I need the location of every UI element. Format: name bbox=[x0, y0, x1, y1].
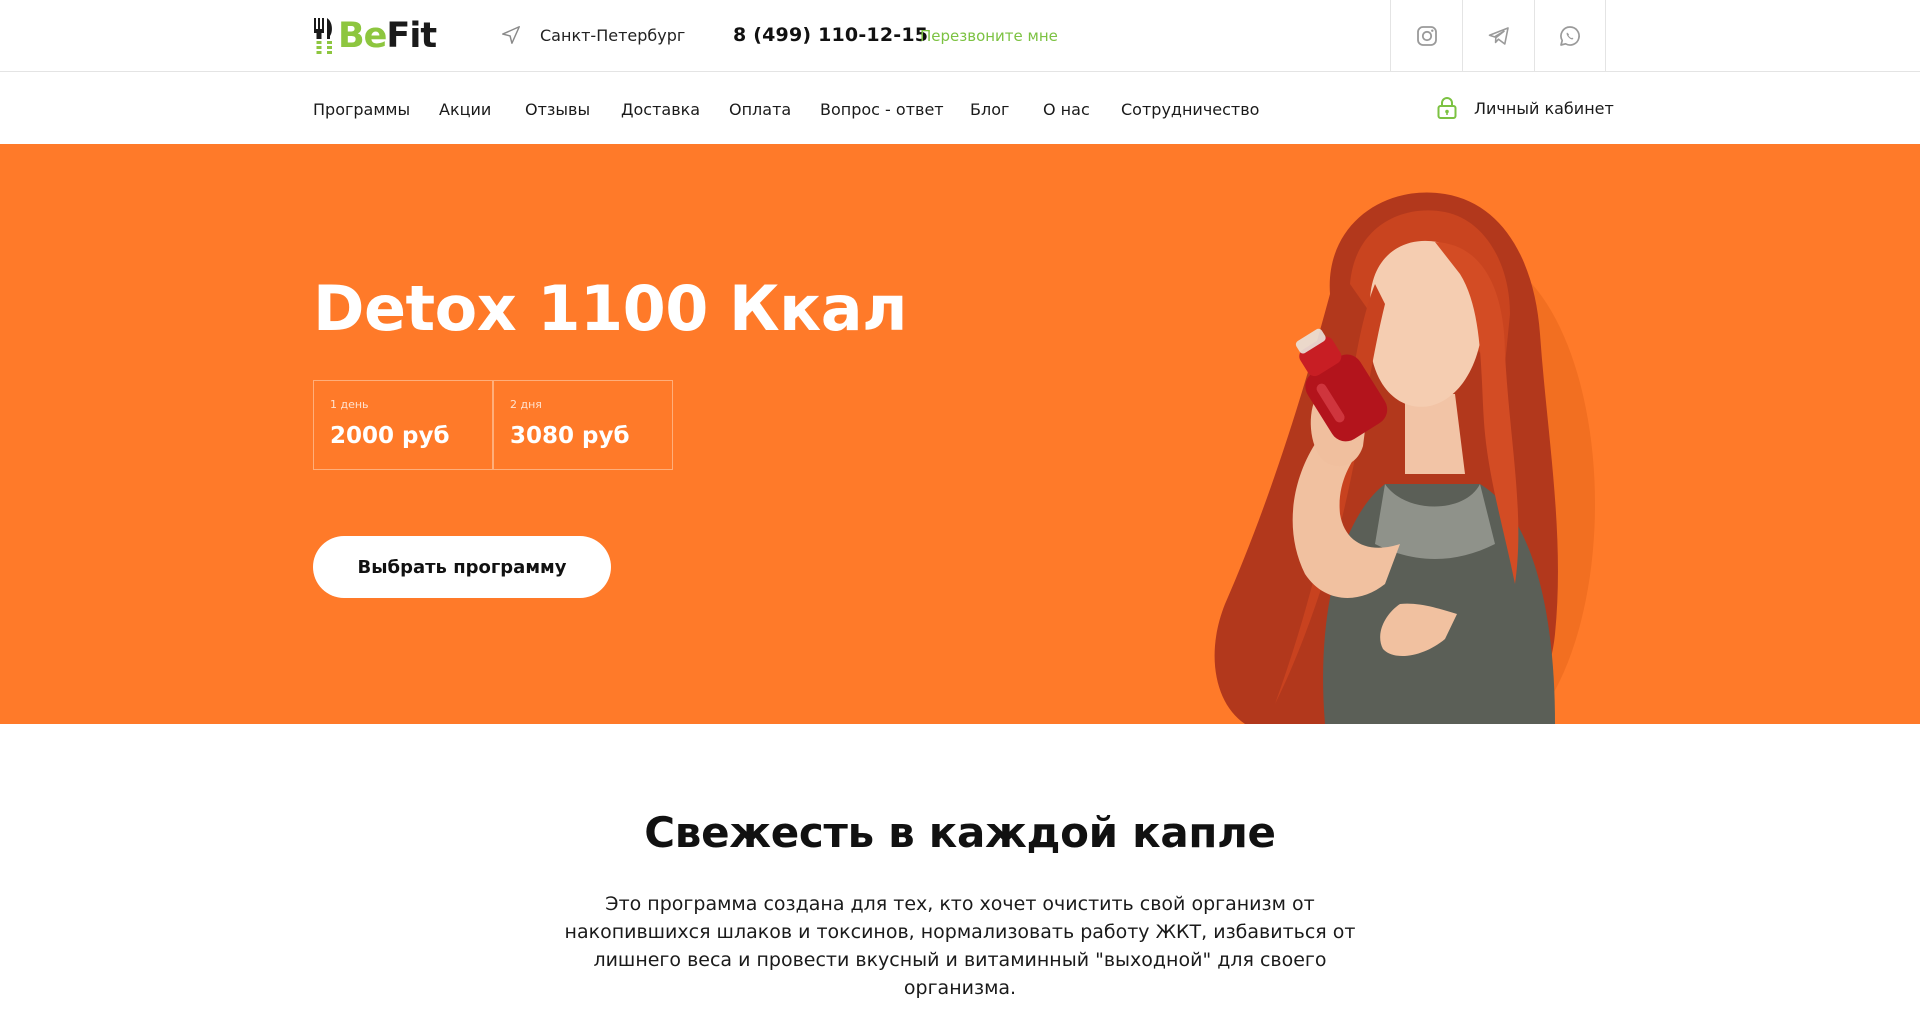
price-amount: 2000 руб bbox=[330, 423, 450, 449]
nav-item-cooperation[interactable]: Сотрудничество bbox=[1121, 100, 1259, 119]
price-option-2-days[interactable]: 2 дня 3080 руб bbox=[493, 380, 673, 470]
nav-item-reviews[interactable]: Отзывы bbox=[525, 100, 590, 119]
logo[interactable]: BeFit bbox=[313, 14, 437, 58]
price-period: 1 день bbox=[330, 398, 369, 411]
nav-item-promotions[interactable]: Акции bbox=[439, 100, 491, 119]
nav-item-delivery[interactable]: Доставка bbox=[621, 100, 700, 119]
whatsapp-icon bbox=[1560, 26, 1580, 46]
personal-account-link[interactable]: Личный кабинет bbox=[1436, 96, 1614, 120]
section-title: Свежесть в каждой капле bbox=[644, 808, 1276, 857]
hero-title: Detox 1100 Ккал bbox=[313, 272, 907, 345]
location-arrow-icon bbox=[502, 26, 520, 44]
callback-link[interactable]: Перезвоните мне bbox=[920, 27, 1058, 45]
main-nav: Программы Акции Отзывы Доставка Оплата В… bbox=[0, 72, 1920, 144]
price-amount: 3080 руб bbox=[510, 423, 630, 449]
whatsapp-link[interactable] bbox=[1534, 0, 1606, 72]
fork-knife-icon bbox=[314, 18, 332, 54]
phone-number[interactable]: 8 (499) 110-12-15 bbox=[733, 24, 928, 46]
woman-drinking-juice-image bbox=[1214, 192, 1595, 724]
city-label: Санкт-Петербург bbox=[540, 25, 686, 45]
nav-item-about[interactable]: О нас bbox=[1043, 100, 1090, 119]
nav-item-payment[interactable]: Оплата bbox=[729, 100, 791, 119]
choose-program-button[interactable]: Выбрать программу bbox=[313, 536, 611, 598]
nav-item-blog[interactable]: Блог bbox=[970, 100, 1009, 119]
telegram-link[interactable] bbox=[1462, 0, 1534, 72]
logo-text: BeFit bbox=[338, 15, 437, 56]
section-description: Это программа создана для тех, кто хочет… bbox=[564, 893, 1356, 999]
instagram-icon bbox=[1416, 26, 1437, 46]
price-option-1-day[interactable]: 1 день 2000 руб bbox=[313, 380, 493, 470]
nav-item-programs[interactable]: Программы bbox=[313, 100, 410, 119]
personal-account-label: Личный кабинет bbox=[1474, 98, 1614, 118]
logo-be: Be bbox=[338, 15, 387, 56]
hero-banner: Detox 1100 Ккал 1 день 2000 руб 2 дня 30… bbox=[0, 144, 1920, 724]
instagram-link[interactable] bbox=[1390, 0, 1462, 72]
telegram-icon bbox=[1488, 27, 1509, 45]
top-bar: BeFit Санкт-Петербург 8 (499) 110-12-15 … bbox=[0, 0, 1920, 72]
city-selector[interactable]: Санкт-Петербург bbox=[500, 24, 685, 46]
nav-item-faq[interactable]: Вопрос - ответ bbox=[820, 100, 944, 119]
logo-fit: Fit bbox=[386, 15, 437, 56]
lock-icon bbox=[1437, 97, 1457, 119]
price-period: 2 дня bbox=[510, 398, 542, 411]
